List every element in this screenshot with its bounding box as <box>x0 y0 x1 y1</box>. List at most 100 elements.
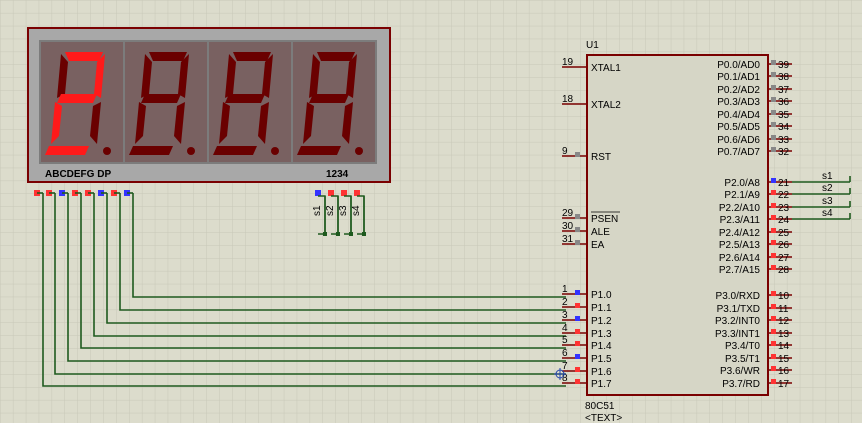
pin-number: 16 <box>778 366 790 377</box>
pin-number: 5 <box>562 335 568 346</box>
pin-state-14 <box>771 341 776 346</box>
digit-4 <box>293 42 375 162</box>
pin-state-36 <box>771 97 776 102</box>
pin-number: 4 <box>562 323 568 334</box>
digit-pin-3 <box>341 190 347 196</box>
pin-name: P1.3 <box>591 329 612 340</box>
pin-number: 24 <box>778 215 790 226</box>
decimal-point <box>187 147 195 155</box>
pin-state-2 <box>575 303 580 308</box>
pin-state-30 <box>575 227 580 232</box>
pin-number: 31 <box>562 234 574 245</box>
pin-state-15 <box>771 354 776 359</box>
digit-pin-name: s2 <box>325 205 336 216</box>
segment-a <box>65 52 103 61</box>
digit-pin-name: s3 <box>338 205 349 216</box>
pin-number: 34 <box>778 122 790 133</box>
pin-state-9 <box>575 152 580 157</box>
segment-d <box>297 146 341 155</box>
pin-name: P1.6 <box>591 367 612 378</box>
microcontroller[interactable]: U1 19 XTAL1 18 XTAL2 9 RST 29 PSEN 30 ALE 31 EA 1 P1.… <box>562 40 792 423</box>
pin-number: 7 <box>562 361 568 372</box>
pin-number: 22 <box>778 190 790 201</box>
digit-pin-1 <box>315 190 321 196</box>
pin-state-37 <box>771 85 776 90</box>
pin-state-29 <box>575 214 580 219</box>
pin-state-12 <box>771 316 776 321</box>
pin-state-11 <box>771 304 776 309</box>
pin-name: P2.2/A10 <box>719 203 761 214</box>
decimal-point <box>103 147 111 155</box>
pin-number: 21 <box>778 178 790 189</box>
pin-number: 12 <box>778 316 790 327</box>
pin-name: EA <box>591 240 605 251</box>
pin-state-31 <box>575 240 580 245</box>
pin-name: P3.3/INT1 <box>715 329 760 340</box>
pin-number: 27 <box>778 253 790 264</box>
pin-state-24 <box>771 215 776 220</box>
pin-name: P0.7/AD7 <box>717 147 760 158</box>
pin-state-34 <box>771 122 776 127</box>
schematic-canvas[interactable]: ABCDEFG DP 1234 s1 s2 s3 s4 U1 19 XTAL1 18 XTA… <box>0 0 862 423</box>
pin-state-35 <box>771 110 776 115</box>
segment-a <box>317 52 355 61</box>
pin-state-38 <box>771 72 776 77</box>
segment-pin-label: ABCDEFG DP <box>45 169 111 180</box>
pin-state-25 <box>771 228 776 233</box>
pin-number: 10 <box>778 291 790 302</box>
chip-right-pins: 39 P0.0/AD0 38 P0.1/AD1 37 P0.2/AD2 36 P0.3/AD3… <box>715 60 792 390</box>
pin-name: P3.5/T1 <box>725 354 760 365</box>
pin-number: 18 <box>562 94 574 105</box>
pin-number: 29 <box>562 208 574 219</box>
pin-state-5 <box>575 341 580 346</box>
pin-number: 15 <box>778 354 790 365</box>
pin-number: 37 <box>778 85 790 96</box>
pin-state-39 <box>771 60 776 65</box>
pin-state-16 <box>771 366 776 371</box>
segment-d <box>45 146 89 155</box>
pin-number: 11 <box>778 304 789 315</box>
segment-g <box>309 94 349 103</box>
pin-state-7 <box>575 367 580 372</box>
pin-state-13 <box>771 329 776 334</box>
digit-pin-label: 1234 <box>326 169 349 180</box>
pin-name: P0.3/AD3 <box>717 97 760 108</box>
digit-pin-name: s4 <box>351 205 362 216</box>
digit-pin-2 <box>328 190 334 196</box>
pin-number: 1 <box>562 284 568 295</box>
digit-pin-4 <box>354 190 360 196</box>
schematic-svg[interactable]: ABCDEFG DP 1234 s1 s2 s3 s4 U1 19XTAL118XTA… <box>0 0 862 423</box>
chip-designator: U1 <box>586 40 599 51</box>
pin-number: 6 <box>562 348 568 359</box>
chip-text-placeholder: <TEXT> <box>585 413 622 423</box>
pin-name: P0.4/AD4 <box>717 110 760 121</box>
pin-name: P0.1/AD1 <box>717 72 760 83</box>
pin-name: P2.4/A12 <box>719 228 761 239</box>
pin-number: 30 <box>562 221 574 232</box>
pin-name: P0.0/AD0 <box>717 60 760 71</box>
pin-name: P0.2/AD2 <box>717 85 760 96</box>
pin-state-4 <box>575 329 580 334</box>
digit-1 <box>41 42 123 162</box>
pin-name: P2.5/A13 <box>719 240 761 251</box>
net-label-s3: s3 <box>822 196 833 207</box>
pin-name: P3.4/T0 <box>725 341 760 352</box>
pin-name: RST <box>591 152 611 163</box>
pin-name: XTAL2 <box>591 100 621 111</box>
pin-number: 28 <box>778 265 790 276</box>
pin-name: P3.0/RXD <box>716 291 760 302</box>
pin-state-17 <box>771 379 776 384</box>
pin-number: 9 <box>562 146 568 157</box>
pin-number: 3 <box>562 310 568 321</box>
segment-g <box>57 94 97 103</box>
net-label-s4: s4 <box>822 208 833 219</box>
pin-state-8 <box>575 379 580 384</box>
pin-state-27 <box>771 253 776 258</box>
pin-name: P2.7/A15 <box>719 265 761 276</box>
digit-3 <box>209 42 291 162</box>
segment-d <box>213 146 257 155</box>
segment-a <box>233 52 271 61</box>
pin-state-10 <box>771 291 776 296</box>
chip-part-name: 80C51 <box>585 401 615 412</box>
pin-name: PSEN <box>591 214 618 225</box>
